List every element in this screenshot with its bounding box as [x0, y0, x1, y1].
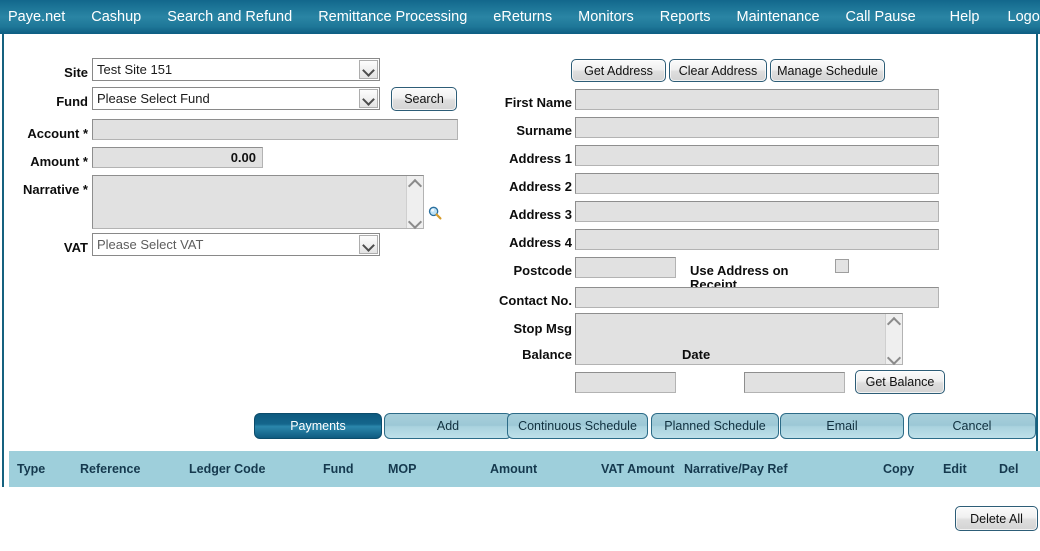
- narrative-textarea[interactable]: [92, 175, 424, 229]
- chevron-down-icon[interactable]: [359, 235, 378, 254]
- vat-select[interactable]: Please Select VAT: [92, 233, 380, 256]
- payments-table-header: Type Reference Ledger Code Fund MOP Amou…: [9, 451, 1040, 487]
- contact-no-label: Contact No.: [499, 293, 572, 308]
- delete-all-button[interactable]: Delete All: [955, 506, 1038, 531]
- balance-input[interactable]: [575, 372, 676, 393]
- nav-reports[interactable]: Reports: [660, 0, 711, 34]
- column-header-amount[interactable]: Amount: [490, 462, 537, 476]
- column-header-ledger-code[interactable]: Ledger Code: [189, 462, 265, 476]
- surname-label: Surname: [516, 123, 572, 138]
- nav-right-group: Help Logout: [942, 0, 1040, 34]
- stop-msg-label: Stop Msg: [513, 321, 573, 336]
- first-name-label: First Name: [504, 95, 572, 110]
- amount-label: Amount *: [30, 154, 88, 169]
- stop-msg-textarea[interactable]: [575, 313, 903, 365]
- fund-select[interactable]: Please Select Fund: [92, 87, 380, 110]
- continuous-schedule-button[interactable]: Continuous Schedule: [507, 413, 648, 439]
- column-header-del[interactable]: Del: [999, 462, 1018, 476]
- planned-schedule-button[interactable]: Planned Schedule: [651, 413, 779, 439]
- site-select-value: Test Site 151: [97, 62, 173, 77]
- chevron-down-icon[interactable]: [359, 89, 378, 108]
- table-footer: Delete All: [2, 487, 1038, 551]
- nav-help[interactable]: Help: [950, 0, 980, 34]
- manage-schedule-button[interactable]: Manage Schedule: [770, 59, 885, 82]
- scroll-up-icon[interactable]: [888, 317, 900, 327]
- app-window: Paye.net Cashup Search and Refund Remitt…: [0, 0, 1040, 551]
- address-1-input[interactable]: [575, 145, 939, 166]
- nav-maintenance[interactable]: Maintenance: [737, 0, 820, 34]
- add-button[interactable]: Add: [384, 413, 512, 439]
- get-address-button[interactable]: Get Address: [571, 59, 666, 82]
- address-3-input[interactable]: [575, 201, 939, 222]
- account-input[interactable]: [92, 119, 458, 140]
- vat-select-value: Please Select VAT: [97, 237, 204, 252]
- narrative-label: Narrative *: [22, 182, 88, 197]
- site-select[interactable]: Test Site 151: [92, 58, 380, 81]
- first-name-input[interactable]: [575, 89, 939, 110]
- postcode-label: Postcode: [513, 263, 572, 278]
- column-header-fund[interactable]: Fund: [323, 462, 354, 476]
- nav-remittance-processing[interactable]: Remittance Processing: [318, 0, 467, 34]
- vat-label: VAT: [63, 240, 88, 255]
- nav-call-pause[interactable]: Call Pause: [846, 0, 916, 34]
- search-button[interactable]: Search: [391, 87, 457, 111]
- stop-msg-scrollbar[interactable]: [885, 314, 902, 364]
- address-4-label: Address 4: [509, 235, 572, 250]
- scroll-down-icon[interactable]: [409, 215, 421, 225]
- site-label: Site: [64, 65, 88, 80]
- payments-tab-button[interactable]: Payments: [254, 413, 382, 439]
- address-1-label: Address 1: [509, 151, 572, 166]
- chevron-down-icon[interactable]: [359, 60, 378, 79]
- fund-select-value: Please Select Fund: [97, 91, 210, 106]
- clear-address-button[interactable]: Clear Address: [669, 59, 767, 82]
- scroll-down-icon[interactable]: [888, 351, 900, 361]
- postcode-input[interactable]: [575, 257, 676, 278]
- amount-input[interactable]: 0.00: [92, 147, 263, 168]
- address-4-input[interactable]: [575, 229, 939, 250]
- column-header-vat-amount[interactable]: VAT Amount: [601, 462, 674, 476]
- main-navigation-bar: Paye.net Cashup Search and Refund Remitt…: [0, 0, 1040, 34]
- narrative-scrollbar[interactable]: [406, 176, 423, 228]
- cancel-button[interactable]: Cancel: [908, 413, 1036, 439]
- search-magnifier-icon[interactable]: [428, 206, 442, 220]
- column-header-reference[interactable]: Reference: [80, 462, 140, 476]
- contact-no-input[interactable]: [575, 287, 939, 308]
- nav-search-and-refund[interactable]: Search and Refund: [167, 0, 292, 34]
- balance-label: Balance: [522, 347, 572, 362]
- nav-logout[interactable]: Logout: [1008, 0, 1040, 34]
- address-2-label: Address 2: [509, 179, 572, 194]
- nav-cashup[interactable]: Cashup: [91, 0, 141, 34]
- nav-left-group: Paye.net Cashup Search and Refund Remitt…: [0, 0, 942, 34]
- get-balance-button[interactable]: Get Balance: [855, 370, 945, 394]
- column-header-type[interactable]: Type: [17, 462, 45, 476]
- use-address-on-receipt-checkbox[interactable]: [835, 259, 849, 273]
- address-3-label: Address 3: [509, 207, 572, 222]
- surname-input[interactable]: [575, 117, 939, 138]
- column-header-narrative-pay-ref[interactable]: Narrative/Pay Ref: [684, 462, 788, 476]
- email-button[interactable]: Email: [780, 413, 904, 439]
- address-2-input[interactable]: [575, 173, 939, 194]
- nav-monitors[interactable]: Monitors: [578, 0, 634, 34]
- nav-payenet[interactable]: Paye.net: [8, 0, 65, 34]
- column-header-edit[interactable]: Edit: [943, 462, 967, 476]
- date-label: Date: [682, 347, 711, 362]
- scroll-up-icon[interactable]: [409, 179, 421, 189]
- column-header-copy[interactable]: Copy: [883, 462, 914, 476]
- nav-ereturns[interactable]: eReturns: [493, 0, 552, 34]
- account-label: Account *: [27, 126, 88, 141]
- fund-label: Fund: [56, 94, 88, 109]
- date-input[interactable]: [744, 372, 845, 393]
- column-header-mop[interactable]: MOP: [388, 462, 416, 476]
